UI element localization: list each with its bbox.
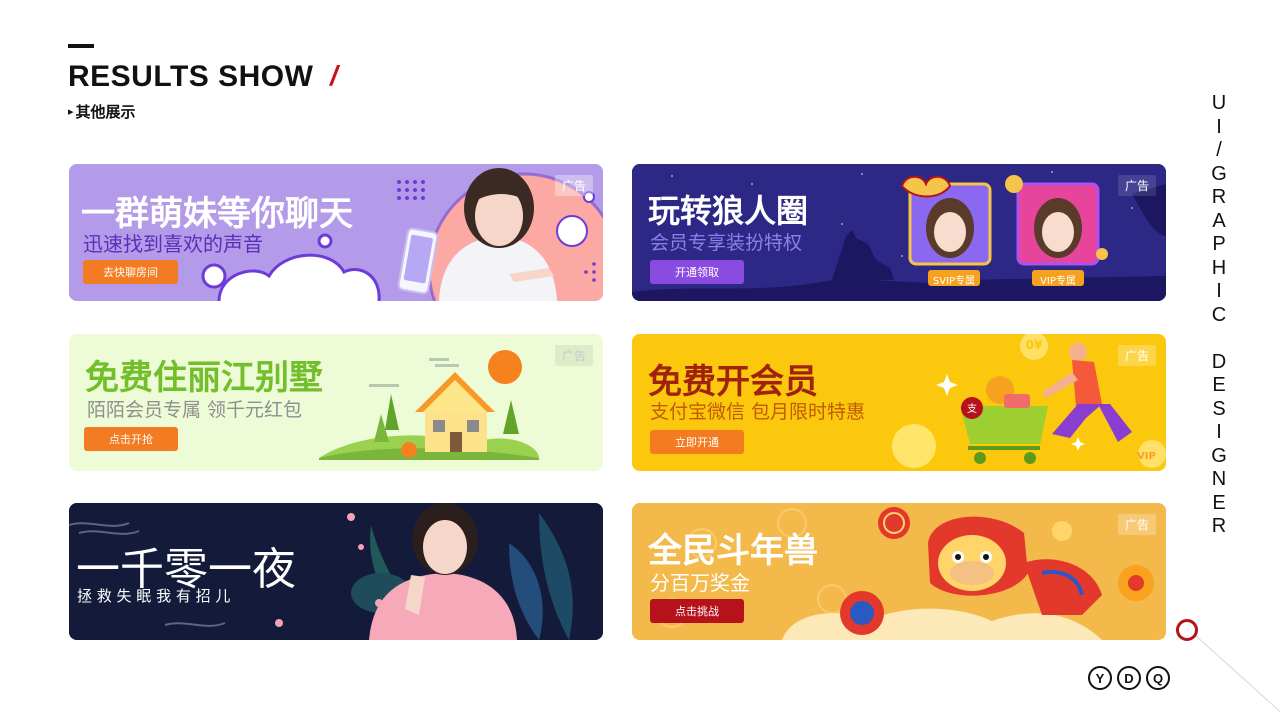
vertical-letter: S	[1212, 397, 1226, 420]
banner-voice-chat[interactable]: 一群萌妹等你聊天 迅速找到喜欢的声音 去快聊房间 广告	[69, 164, 603, 301]
vertical-designer-label: U I / G R A P H I C DESIGNER	[1206, 92, 1232, 539]
banner-new-year-beast[interactable]: 全民斗年兽 分百万奖金 点击挑战 广告	[632, 503, 1166, 640]
banner-subline: 会员专享装扮特权	[650, 232, 803, 254]
page-title: RESULTS SHOW	[68, 60, 314, 93]
vip-badge: VIP	[1137, 451, 1156, 462]
cart-coin-label: 支	[967, 404, 977, 415]
villa-button[interactable]: 点击开抢	[84, 427, 178, 451]
vertical-letter: G	[1211, 162, 1227, 185]
vertical-letter: G	[1211, 444, 1227, 467]
ad-tag: 广告	[1117, 175, 1156, 196]
banner-headline: 玩转狼人圈	[648, 192, 809, 230]
vertical-letter: A	[1212, 209, 1226, 232]
monogram-letter-d: D	[1117, 666, 1141, 690]
banner-subline: 支付宝微信 包月限时特惠	[650, 401, 866, 423]
vertical-letter: E	[1212, 374, 1226, 396]
voice-chat-button[interactable]: 去快聊房间	[83, 260, 178, 284]
vertical-letter: I	[1216, 421, 1222, 443]
banner-subline: 分百万奖金	[650, 571, 750, 595]
vertical-letter: R	[1211, 515, 1227, 537]
header-top-bar	[68, 44, 94, 48]
vertical-letter: D	[1211, 350, 1227, 373]
ad-tag: 广告	[1117, 514, 1156, 535]
banner-headline: 免费开会员	[648, 362, 818, 402]
vertical-letter: P	[1212, 233, 1226, 255]
banner-subline: 陌陌会员专属 领千元红包	[87, 399, 303, 421]
membership-button[interactable]: 立即开通	[650, 430, 744, 454]
werewolf-button[interactable]: 开通领取	[650, 260, 744, 284]
vertical-letter: /	[1216, 139, 1222, 161]
decorative-ring	[1176, 619, 1198, 641]
challenge-button[interactable]: 点击挑战	[650, 599, 744, 623]
banner-headline: 免费住丽江别墅	[85, 358, 323, 398]
ad-tag: 广告	[554, 345, 593, 366]
decorative-line	[1187, 628, 1280, 720]
vertical-letter: N	[1211, 468, 1227, 490]
banner-subline: 拯 救 失 眠 我 有 招 儿	[77, 587, 231, 605]
title-slash: /	[330, 60, 338, 91]
banner-villa[interactable]: 免费住丽江别墅 陌陌会员专属 领千元红包 点击开抢 广告	[69, 334, 603, 471]
subtitle-text: 其他展示	[75, 103, 136, 121]
monogram-letter-y: Y	[1088, 666, 1112, 690]
svip-badge: SVIP专属	[932, 276, 976, 287]
banner-free-membership[interactable]: 免费开会员 支付宝微信 包月限时特惠 立即开通 0¥ VIP 支 广告	[632, 334, 1166, 471]
price-badge: 0¥	[1025, 338, 1043, 352]
ad-tag: 广告	[1117, 345, 1156, 366]
vertical-letter: C	[1211, 303, 1227, 326]
vip-badge: VIP专属	[1040, 276, 1076, 287]
vertical-letter: R	[1211, 186, 1227, 208]
triangle-icon: ▸	[68, 105, 74, 118]
banner-werewolf[interactable]: 玩转狼人圈 会员专享装扮特权 开通领取 SVIP专属 VIP专属 广告	[632, 164, 1166, 301]
vertical-letter: U	[1211, 92, 1227, 114]
vertical-letter: I	[1216, 115, 1222, 138]
vertical-letter: E	[1212, 491, 1226, 514]
vertical-letter: H	[1211, 256, 1227, 279]
monogram: Y D Q	[1088, 666, 1170, 690]
banner-headline: 全民斗年兽	[648, 531, 818, 571]
banner-subline: 迅速找到喜欢的声音	[83, 232, 263, 256]
page-subtitle: ▸ 其他展示	[68, 101, 136, 122]
vertical-letter: I	[1216, 280, 1222, 302]
vertical-letter	[1216, 327, 1222, 351]
banner-thousand-nights[interactable]: 一千零一夜 拯 救 失 眠 我 有 招 儿	[69, 503, 603, 640]
monogram-letter-q: Q	[1146, 666, 1170, 690]
ad-tag: 广告	[554, 175, 593, 196]
